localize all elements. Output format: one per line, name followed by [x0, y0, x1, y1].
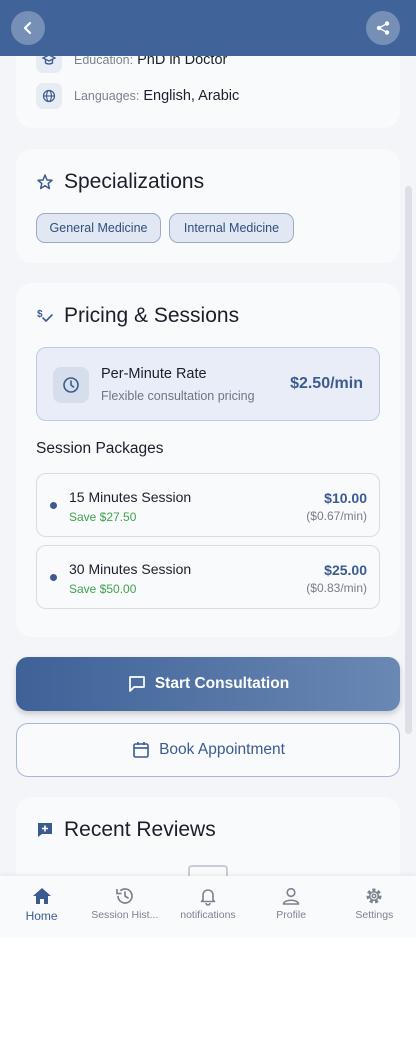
package-per-minute: ($0.67/min): [306, 509, 367, 523]
nav-settings[interactable]: Settings: [333, 876, 416, 938]
person-icon: [280, 886, 302, 906]
app-window: Education: PhD in Doctor Languages: Engl…: [0, 0, 416, 938]
clock-icon: [53, 367, 89, 403]
per-minute-rate-box: Per-Minute Rate Flexible consultation pr…: [36, 347, 380, 421]
top-app-bar: [0, 0, 416, 56]
rate-title: Per-Minute Rate: [101, 366, 207, 382]
share-icon: [375, 20, 391, 36]
reviews-header: Recent Reviews: [36, 818, 216, 842]
globe-icon: [36, 83, 62, 109]
star-icon: [36, 173, 54, 191]
nav-label: Settings: [355, 909, 394, 921]
calendar-icon: [131, 740, 151, 760]
nav-notifications[interactable]: notifications: [166, 876, 249, 938]
session-package[interactable]: 15 Minutes Session Save $27.50 $10.00 ($…: [36, 473, 380, 537]
package-savings: Save $50.00: [69, 582, 137, 596]
rate-value: $2.50/min: [290, 375, 363, 392]
screen: Education: PhD in Doctor Languages: Engl…: [0, 0, 416, 1052]
pricing-title: Pricing & Sessions: [64, 304, 240, 327]
languages-label: Languages:: [74, 89, 140, 103]
nav-label: Session Hist...: [91, 909, 159, 921]
history-icon: [114, 886, 136, 906]
empty-reviews-icon: [188, 865, 228, 876]
pricing-card: $ Pricing & Sessions Per-Minute Rate Fle…: [16, 283, 400, 637]
nav-label: Profile: [276, 909, 307, 921]
bell-icon: [197, 886, 219, 906]
package-name: 30 Minutes Session: [69, 561, 192, 577]
package-per-minute: ($0.83/min): [306, 581, 367, 595]
package-name: 15 Minutes Session: [69, 489, 192, 505]
share-button[interactable]: [366, 11, 400, 45]
reviews-title: Recent Reviews: [64, 818, 216, 841]
doctor-profile-scroll[interactable]: Education: PhD in Doctor Languages: Engl…: [0, 0, 416, 876]
nav-label: Home: [25, 909, 58, 923]
rate-subtitle: Flexible consultation pricing: [101, 389, 255, 403]
specialization-chip[interactable]: Internal Medicine: [169, 213, 294, 243]
bullet-dot: [50, 574, 57, 581]
bottom-navigation: Home Session Hist... notifications Profi…: [0, 876, 416, 938]
book-appointment-label: Book Appointment: [159, 741, 285, 758]
specializations-card: Specializations General Medicine Interna…: [16, 149, 400, 263]
home-icon: [31, 886, 53, 906]
specializations-header: Specializations: [36, 170, 204, 194]
package-savings: Save $27.50: [69, 510, 137, 524]
scrollbar[interactable]: [405, 186, 412, 734]
chat-icon: [127, 674, 147, 694]
nav-label: notifications: [180, 909, 236, 921]
start-consultation-button[interactable]: Start Consultation: [16, 657, 400, 711]
gear-icon: [363, 886, 385, 906]
review-icon: [36, 821, 54, 839]
specialization-chip[interactable]: General Medicine: [36, 213, 161, 243]
pricing-header: $ Pricing & Sessions: [36, 304, 239, 328]
book-appointment-button[interactable]: Book Appointment: [16, 723, 400, 777]
nav-home[interactable]: Home: [0, 876, 83, 938]
svg-text:$: $: [37, 309, 43, 320]
session-packages-heading: Session Packages: [36, 440, 164, 457]
back-button[interactable]: [11, 11, 45, 45]
languages-value: English, Arabic: [143, 88, 240, 104]
session-package[interactable]: 30 Minutes Session Save $50.00 $25.00 ($…: [36, 545, 380, 609]
recent-reviews-card: Recent Reviews: [16, 797, 400, 876]
bullet-dot: [50, 502, 57, 509]
price-tag-icon: $: [36, 307, 54, 325]
package-price: $10.00: [324, 490, 367, 506]
languages-row: Languages: English, Arabic: [36, 83, 239, 109]
specializations-title: Specializations: [64, 170, 205, 193]
package-price: $25.00: [324, 562, 367, 578]
nav-session-history[interactable]: Session Hist...: [83, 876, 166, 938]
start-consultation-label: Start Consultation: [154, 675, 290, 692]
chevron-left-icon: [20, 20, 36, 36]
nav-profile[interactable]: Profile: [250, 876, 333, 938]
